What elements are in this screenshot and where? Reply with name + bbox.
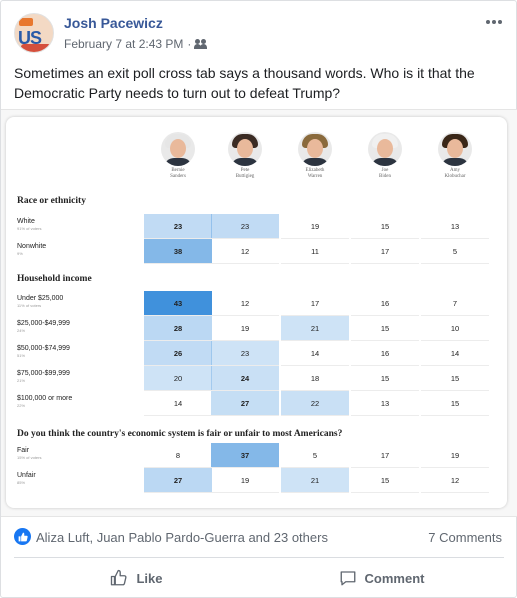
- like-button[interactable]: Like: [14, 561, 259, 595]
- candidate-column-head: Elizabeth Warren: [295, 132, 335, 180]
- table-cell: 14: [421, 341, 489, 366]
- table-cell: 12: [211, 239, 279, 264]
- section-heading: Household income: [17, 274, 92, 284]
- candidate-column-head: Pete Buttigieg: [225, 132, 265, 180]
- actions-divider: [14, 557, 504, 558]
- friends-icon[interactable]: [194, 39, 208, 49]
- candidate-name: Joe Biden: [379, 168, 391, 179]
- table-cell: 19: [281, 214, 349, 239]
- table-cell: 23: [211, 214, 279, 239]
- feed-post: US Josh Pacewicz February 7 at 2:43 PM ·…: [0, 0, 517, 598]
- table-cell: 28: [144, 316, 212, 341]
- candidate-portrait: [368, 132, 402, 166]
- table-cell: 19: [421, 443, 489, 468]
- table-cell: 15: [351, 316, 419, 341]
- table-cell: 15: [421, 391, 489, 416]
- candidate-portrait: [228, 132, 262, 166]
- comment-bubble-icon: [340, 571, 355, 586]
- post-header: US Josh Pacewicz February 7 at 2:43 PM ·: [14, 11, 504, 55]
- row-label: Unfair 85%: [17, 472, 36, 485]
- more-options-icon[interactable]: [484, 15, 504, 29]
- table-cell: 43: [144, 291, 212, 316]
- candidate-column-head: Amy Klobuchar: [435, 132, 475, 180]
- row-label: $25,000-$49,999 24%: [17, 320, 70, 333]
- post-image[interactable]: Bernie Sanders Pete Buttigieg Elizabeth Warre…: [1, 109, 517, 517]
- table-cell: 37: [211, 443, 279, 468]
- table-cell: 14: [281, 341, 349, 366]
- row-label: Nonwhite 9%: [17, 243, 47, 256]
- row-label: $50,000-$74,999 51%: [17, 345, 70, 358]
- section-heading: Do you think the country's economic syst…: [17, 429, 343, 439]
- table-cell: 10: [421, 316, 489, 341]
- candidate-name: Pete Buttigieg: [235, 168, 255, 179]
- post-meta: February 7 at 2:43 PM ·: [64, 37, 208, 51]
- table-cell: 13: [351, 391, 419, 416]
- table-cell: 17: [351, 443, 419, 468]
- row-label: $100,000 or more 22%: [17, 395, 73, 408]
- comment-label: Comment: [364, 570, 425, 586]
- candidate-name: Bernie Sanders: [170, 168, 186, 179]
- post-timestamp[interactable]: February 7 at 2:43 PM: [64, 37, 183, 51]
- table-cell: 15: [421, 366, 489, 391]
- row-label: $75,000-$99,999 21%: [17, 370, 70, 383]
- table-cell: 27: [144, 468, 212, 493]
- table-cell: 8: [144, 443, 212, 468]
- table-cell: 21: [281, 468, 349, 493]
- table-cell: 12: [211, 291, 279, 316]
- table-cell: 27: [211, 391, 279, 416]
- table-cell: 19: [211, 316, 279, 341]
- comments-count[interactable]: 7 Comments: [428, 530, 502, 545]
- table-cell: 24: [211, 366, 279, 391]
- table-cell: 23: [144, 214, 212, 239]
- table-cell: 19: [211, 468, 279, 493]
- table-cell: 14: [144, 391, 212, 416]
- table-cell: 15: [351, 214, 419, 239]
- reactors-list[interactable]: Aliza Luft, Juan Pablo Pardo-Guerra and …: [36, 530, 328, 545]
- table-cell: 7: [421, 291, 489, 316]
- candidate-column-head: Bernie Sanders: [158, 132, 198, 180]
- candidate-portrait: [438, 132, 472, 166]
- table-cell: 5: [281, 443, 349, 468]
- table-cell: 21: [281, 316, 349, 341]
- author-name[interactable]: Josh Pacewicz: [64, 15, 163, 31]
- candidate-column-head: Joe Biden: [365, 132, 405, 180]
- table-cell: 20: [144, 366, 212, 391]
- table-cell: 11: [281, 239, 349, 264]
- table-cell: 22: [281, 391, 349, 416]
- like-label: Like: [136, 570, 163, 586]
- table-cell: 23: [211, 341, 279, 366]
- table-cell: 13: [421, 214, 489, 239]
- thumbs-up-icon: [111, 569, 128, 586]
- table-cell: 16: [351, 341, 419, 366]
- comment-button[interactable]: Comment: [259, 561, 504, 595]
- table-cell: 38: [144, 239, 212, 264]
- post-actions: Like Comment: [14, 561, 504, 595]
- row-label: Under $25,000 11% of voters: [17, 295, 64, 308]
- like-reaction-icon[interactable]: [14, 528, 31, 545]
- table-cell: 15: [351, 468, 419, 493]
- exit-poll-table: Bernie Sanders Pete Buttigieg Elizabeth Warre…: [6, 117, 507, 508]
- candidate-name: Amy Klobuchar: [444, 168, 466, 179]
- row-label: White 91% of voters: [17, 218, 42, 231]
- post-text: Sometimes an exit poll cross tab says a …: [14, 65, 475, 101]
- table-cell: 17: [351, 239, 419, 264]
- author-avatar[interactable]: US: [14, 13, 54, 53]
- table-cell: 18: [281, 366, 349, 391]
- table-cell: 17: [281, 291, 349, 316]
- table-cell: 26: [144, 341, 212, 366]
- table-cell: 5: [421, 239, 489, 264]
- section-heading: Race or ethnicity: [17, 196, 86, 206]
- candidate-portrait: [298, 132, 332, 166]
- meta-separator: ·: [187, 37, 192, 51]
- table-cell: 15: [351, 366, 419, 391]
- candidate-portrait: [161, 132, 195, 166]
- candidate-name: Elizabeth Warren: [305, 168, 325, 179]
- table-cell: 16: [351, 291, 419, 316]
- row-label: Fair 15% of voters: [17, 447, 42, 460]
- table-cell: 12: [421, 468, 489, 493]
- engagement-bar: Aliza Luft, Juan Pablo Pardo-Guerra and …: [14, 526, 504, 548]
